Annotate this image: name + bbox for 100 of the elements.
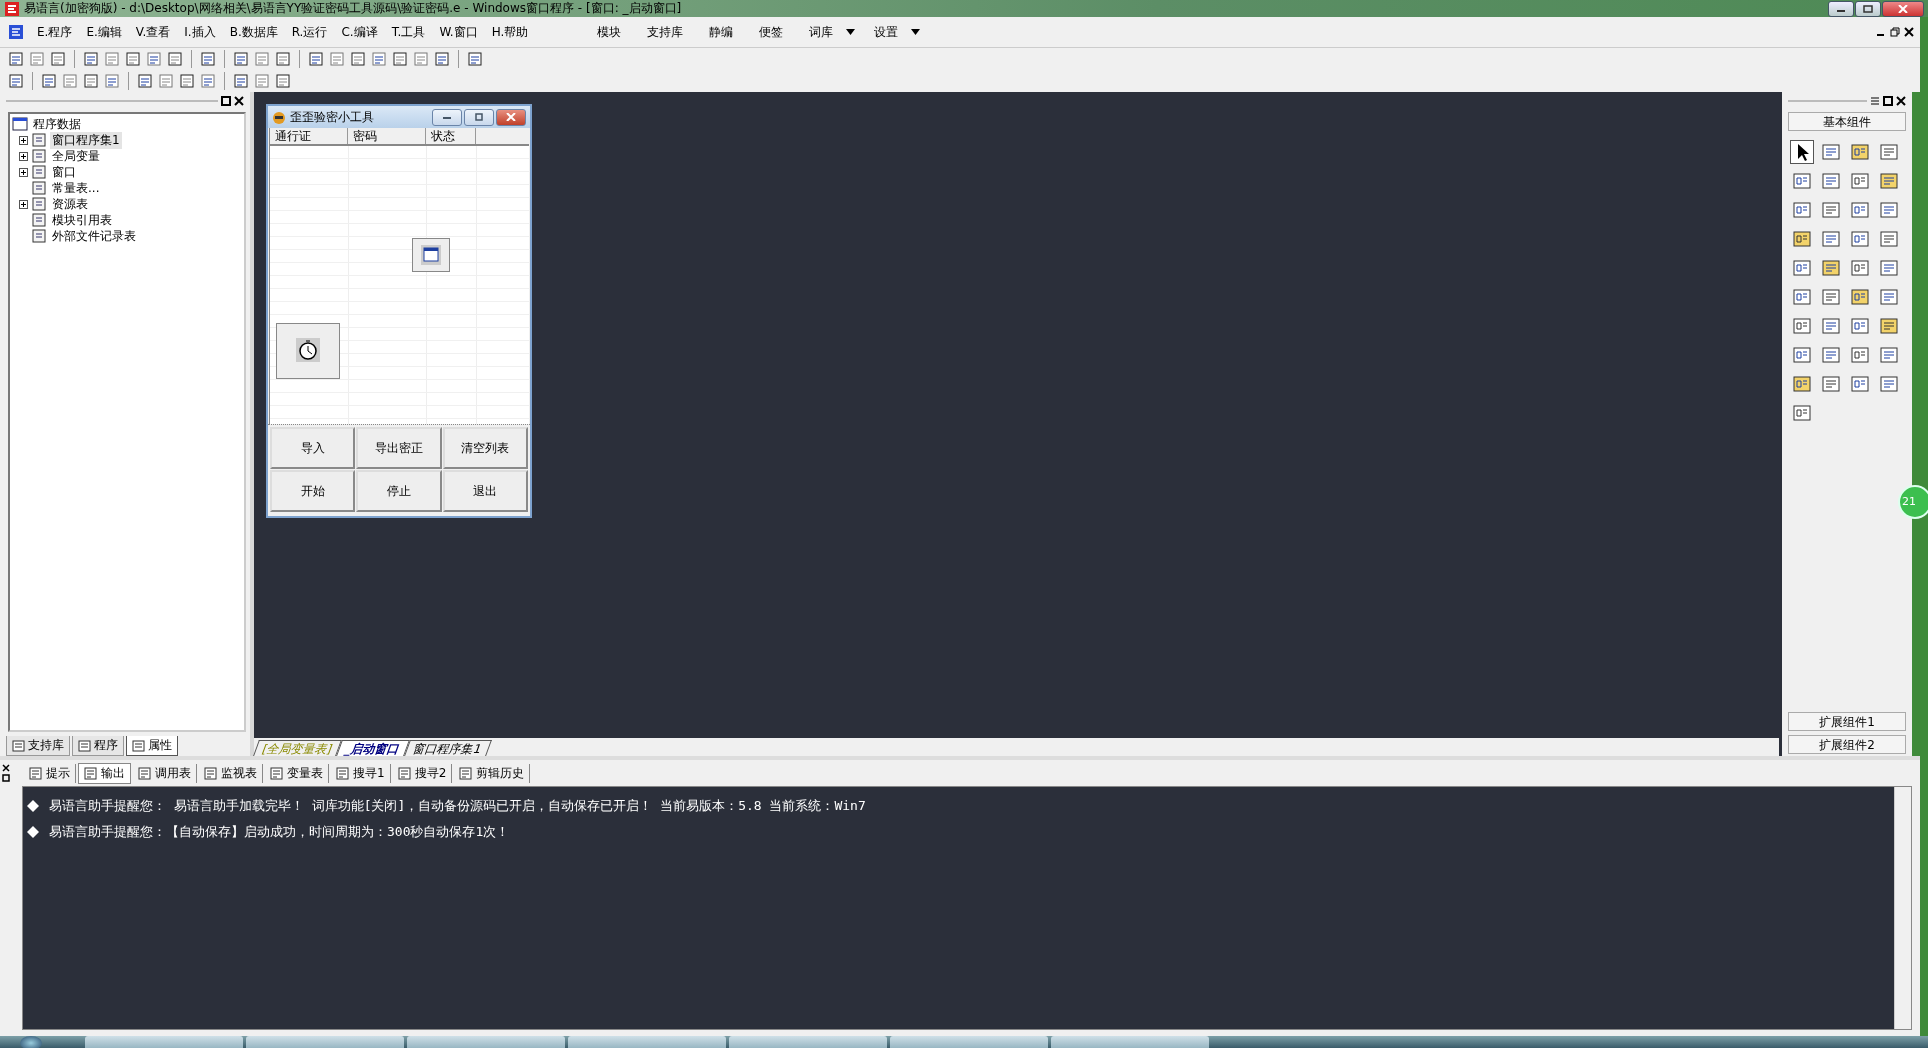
output-tab[interactable]: 调用表	[133, 763, 197, 783]
pointer-icon[interactable]	[1791, 141, 1813, 163]
minimize-button[interactable]	[1828, 0, 1854, 17]
component-icon[interactable]	[1878, 344, 1900, 366]
component-icon[interactable]	[1791, 286, 1813, 308]
editor-tab[interactable]: _启动窗口	[336, 740, 411, 756]
toolbar-icon[interactable]	[350, 51, 366, 67]
tree-item[interactable]: 常量表...	[50, 179, 102, 197]
toolbar-icon[interactable]	[8, 73, 24, 89]
component-icon[interactable]	[1820, 228, 1842, 250]
panel-tab[interactable]: 属性	[126, 736, 178, 756]
menu-icon[interactable]	[1870, 96, 1880, 106]
pin-icon[interactable]	[1883, 96, 1893, 106]
output-tab[interactable]: 变量表	[265, 763, 329, 783]
toolbar-icon[interactable]	[254, 51, 270, 67]
close-icon[interactable]	[1904, 27, 1914, 37]
tree-item[interactable]: 程序数据	[31, 115, 83, 133]
component-icon[interactable]	[1849, 315, 1871, 337]
toolbar-icon[interactable]	[329, 51, 345, 67]
toolbar-icon[interactable]	[83, 51, 99, 67]
tree-item[interactable]: 模块引用表	[50, 211, 114, 229]
form-button[interactable]: 导入	[270, 427, 356, 469]
component-icon[interactable]	[1791, 228, 1813, 250]
expand-icon[interactable]	[19, 167, 28, 177]
component-icon[interactable]	[1791, 257, 1813, 279]
toolbar-icon[interactable]	[413, 51, 429, 67]
tree-item[interactable]: 资源表	[50, 195, 90, 213]
component-icon[interactable]	[1878, 315, 1900, 337]
toolbar-icon[interactable]	[179, 73, 195, 89]
expand-icon[interactable]	[19, 135, 28, 145]
toolbar-icon[interactable]	[200, 73, 216, 89]
component-icon[interactable]	[1878, 141, 1900, 163]
expand-icon[interactable]	[19, 199, 28, 209]
component-icon[interactable]	[1820, 286, 1842, 308]
toolbar-icon[interactable]	[200, 51, 216, 67]
toolbar-icon[interactable]	[308, 51, 324, 67]
tree-item[interactable]: 外部文件记录表	[50, 227, 138, 245]
toolbar-icon[interactable]	[41, 73, 57, 89]
stopwatch-icon[interactable]	[276, 323, 341, 379]
editor-tab[interactable]: 窗口程序集1	[404, 740, 492, 756]
toolbar-icon[interactable]	[392, 51, 408, 67]
close-button[interactable]	[1882, 0, 1924, 17]
toolbar-icon[interactable]	[233, 73, 249, 89]
component-icon[interactable]	[1878, 170, 1900, 192]
menu-item[interactable]: I.插入	[177, 23, 223, 41]
form-button[interactable]: 清空列表	[442, 427, 528, 469]
component-icon[interactable]	[1878, 286, 1900, 308]
expand-icon[interactable]	[19, 151, 28, 161]
component-icon[interactable]	[1849, 141, 1871, 163]
menu-item[interactable]: E.编辑	[79, 23, 129, 41]
menu-item[interactable]: R.运行	[284, 23, 335, 41]
component-icon[interactable]	[1878, 199, 1900, 221]
component-icon[interactable]	[1791, 315, 1813, 337]
toolbar-icon[interactable]	[233, 51, 249, 67]
component-icon[interactable]	[1849, 257, 1871, 279]
toolbar-icon[interactable]	[62, 73, 78, 89]
menu-item[interactable]: C.编译	[334, 23, 385, 41]
close-icon[interactable]	[2, 764, 10, 772]
toolbar-icon[interactable]	[275, 51, 291, 67]
menu-item[interactable]: H.帮助	[484, 23, 536, 41]
menu-item[interactable]: E.程序	[30, 23, 80, 41]
tree-item[interactable]: 窗口	[50, 163, 78, 181]
component-icon[interactable]	[1791, 373, 1813, 395]
menu-item[interactable]: B.数据库	[222, 23, 285, 41]
form-button[interactable]: 退出	[442, 470, 528, 512]
close-icon[interactable]	[1896, 96, 1906, 106]
dropdown-arrow-icon[interactable]	[911, 29, 921, 35]
component-icon[interactable]	[1878, 228, 1900, 250]
toolbar-icon[interactable]	[467, 51, 483, 67]
pin-icon[interactable]	[221, 96, 231, 106]
menu-item[interactable]: 模块	[590, 23, 629, 41]
toolbar-icon[interactable]	[137, 73, 153, 89]
component-group-button[interactable]: 扩展组件1	[1788, 712, 1906, 731]
pin-icon[interactable]	[2, 774, 10, 782]
toolbar-icon[interactable]	[104, 51, 120, 67]
menu-item[interactable]: 设置	[867, 23, 906, 41]
toolbar-icon[interactable]	[8, 51, 24, 67]
component-icon[interactable]	[1820, 373, 1842, 395]
form-button[interactable]: 导出密正	[356, 427, 442, 469]
menu-item[interactable]: W.窗口	[432, 23, 485, 41]
component-icon[interactable]	[1820, 170, 1842, 192]
toolbar-icon[interactable]	[434, 51, 450, 67]
toolbar-icon[interactable]	[167, 51, 183, 67]
component-icon[interactable]	[1878, 257, 1900, 279]
component-icon[interactable]	[1820, 257, 1842, 279]
component-icon[interactable]	[1791, 402, 1813, 424]
component-icon[interactable]	[1849, 373, 1871, 395]
component-icon[interactable]	[1791, 344, 1813, 366]
scrollbar[interactable]	[1894, 787, 1911, 1029]
component-icon[interactable]	[1820, 199, 1842, 221]
toolbar-icon[interactable]	[50, 51, 66, 67]
component-icon[interactable]	[1791, 170, 1813, 192]
component-group-button[interactable]: 基本组件	[1788, 112, 1906, 131]
component-icon[interactable]	[1849, 344, 1871, 366]
panel-tab[interactable]: 支持库	[6, 736, 70, 756]
menu-item[interactable]: 便签	[752, 23, 791, 41]
dropdown-arrow-icon[interactable]	[846, 29, 856, 35]
panel-tab[interactable]: 程序	[72, 736, 124, 756]
maximize-button[interactable]	[464, 108, 494, 126]
output-tab[interactable]: 监视表	[199, 763, 263, 783]
